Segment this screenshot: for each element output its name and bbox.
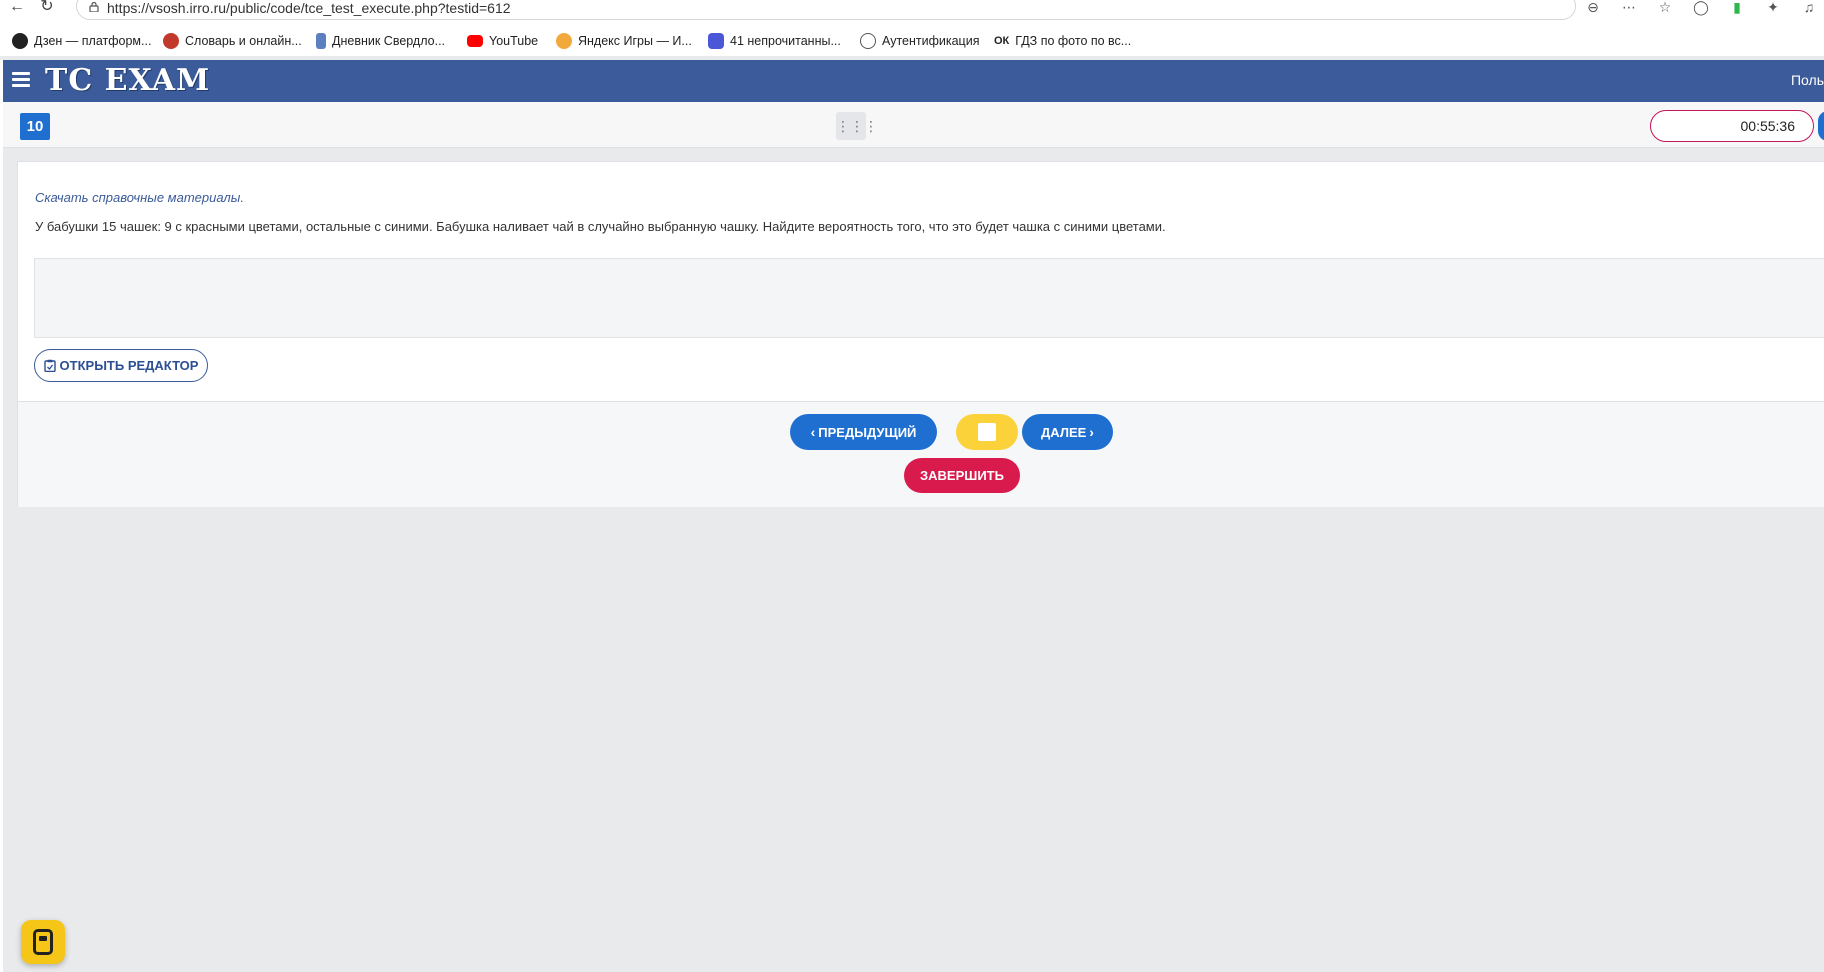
- next-label: ДАЛЕЕ: [1041, 424, 1087, 440]
- clipboard-icon: [43, 359, 56, 372]
- dictionary-icon: [163, 33, 179, 49]
- window-edge: [0, 60, 3, 972]
- previous-label: ПРЕДЫДУЩИЙ: [818, 424, 917, 440]
- battery-extension-icon[interactable]: ▮: [1728, 0, 1746, 16]
- diary-icon: [316, 33, 326, 49]
- bookmark-label: Дневник Свердло...: [332, 34, 446, 48]
- flag-square-icon: [978, 423, 996, 441]
- hamburger-menu-icon[interactable]: [12, 72, 30, 88]
- reference-materials-link[interactable]: Скачать справочные материалы.: [35, 190, 244, 205]
- next-button[interactable]: ДАЛЕЕ ›: [1022, 414, 1113, 450]
- question-number-badge[interactable]: 10: [20, 113, 50, 140]
- lock-icon: [89, 2, 99, 12]
- yandex-games-icon: [556, 33, 572, 49]
- finish-label: ЗАВЕРШИТЬ: [920, 468, 1004, 483]
- music-icon[interactable]: ♫: [1800, 0, 1818, 16]
- toolbar-edge-button[interactable]: [1818, 111, 1824, 141]
- question-list-icon[interactable]: ⋮⋮⋮: [836, 112, 878, 140]
- chevron-right-icon: ›: [1089, 424, 1094, 440]
- flag-question-button[interactable]: [956, 414, 1018, 450]
- puzzle-extension-icon[interactable]: ✦: [1764, 0, 1782, 16]
- more-options-icon[interactable]: ⋯: [1620, 0, 1638, 16]
- bookmarks-bar: Дзен — платформ... Словарь и онлайн... Д…: [0, 26, 1824, 56]
- url-field[interactable]: https://vsosh.irro.ru/public/code/tce_te…: [76, 0, 1576, 20]
- browser-toolbar-icons: ⊖ ⋯ ☆ ◯ ▮ ✦ ♫: [1584, 0, 1824, 16]
- bookmark-item[interactable]: ОК ГДЗ по фото по вс...: [994, 26, 1144, 56]
- zoom-out-icon[interactable]: ⊖: [1584, 0, 1602, 16]
- dzen-icon: [12, 33, 28, 49]
- reload-icon[interactable]: ↻: [36, 0, 58, 18]
- bookmark-label: Дзен — платформ...: [34, 34, 152, 48]
- bookmark-item[interactable]: Дневник Свердло...: [316, 26, 467, 56]
- finish-button[interactable]: ЗАВЕРШИТЬ: [904, 458, 1020, 493]
- bookmark-label: Аутентификация: [882, 34, 980, 48]
- bookmark-item[interactable]: YouTube: [467, 26, 556, 56]
- browser-address-bar: ← ↻ https://vsosh.irro.ru/public/code/tc…: [0, 0, 1824, 26]
- youtube-icon: [467, 35, 483, 47]
- bookmark-label: Словарь и онлайн...: [185, 34, 302, 48]
- test-toolbar: 10 ⋮⋮⋮ 00:55:36: [3, 102, 1824, 148]
- app-header: TC EXAM Поль: [3, 60, 1824, 102]
- ok-icon: ОК: [994, 35, 1010, 47]
- bookmark-item[interactable]: Яндекс Игры — И...: [556, 26, 708, 56]
- timer-display: 00:55:36: [1650, 110, 1814, 142]
- app-logo: TC EXAM: [45, 63, 211, 98]
- bookmark-item[interactable]: Аутентификация: [860, 26, 994, 56]
- bookmark-label: Яндекс Игры — И...: [578, 34, 692, 48]
- bookmark-item[interactable]: 41 непрочитанны...: [708, 26, 860, 56]
- bookmark-item[interactable]: Словарь и онлайн...: [163, 26, 316, 56]
- bookmark-star-icon[interactable]: ☆: [1656, 0, 1674, 16]
- back-arrow-icon[interactable]: ←: [6, 0, 28, 18]
- floating-assistant-button[interactable]: [21, 920, 65, 964]
- bookmark-label: 41 непрочитанны...: [730, 34, 841, 48]
- previous-button[interactable]: ‹ ПРЕДЫДУЩИЙ: [790, 414, 937, 450]
- mail-icon: [708, 33, 724, 49]
- bookmark-label: YouTube: [489, 34, 539, 48]
- open-editor-button[interactable]: ОТКРЫТЬ РЕДАКТОР: [34, 349, 208, 382]
- chevron-left-icon: ‹: [810, 424, 816, 440]
- answer-input[interactable]: [34, 258, 1824, 338]
- globe-extension-icon[interactable]: ◯: [1692, 0, 1710, 16]
- assistant-icon: [33, 929, 53, 955]
- url-text: https://vsosh.irro.ru/public/code/tce_te…: [107, 0, 511, 16]
- question-text: У бабушки 15 чашек: 9 с красными цветами…: [35, 219, 1166, 234]
- bookmark-item[interactable]: Дзен — платформ...: [12, 26, 163, 56]
- open-editor-label: ОТКРЫТЬ РЕДАКТОР: [59, 358, 199, 373]
- user-menu[interactable]: Поль: [1791, 72, 1824, 88]
- globe-icon: [860, 33, 876, 49]
- question-card: Скачать справочные материалы. У бабушки …: [17, 161, 1824, 507]
- bookmark-label: ГДЗ по фото по вс...: [1015, 34, 1132, 48]
